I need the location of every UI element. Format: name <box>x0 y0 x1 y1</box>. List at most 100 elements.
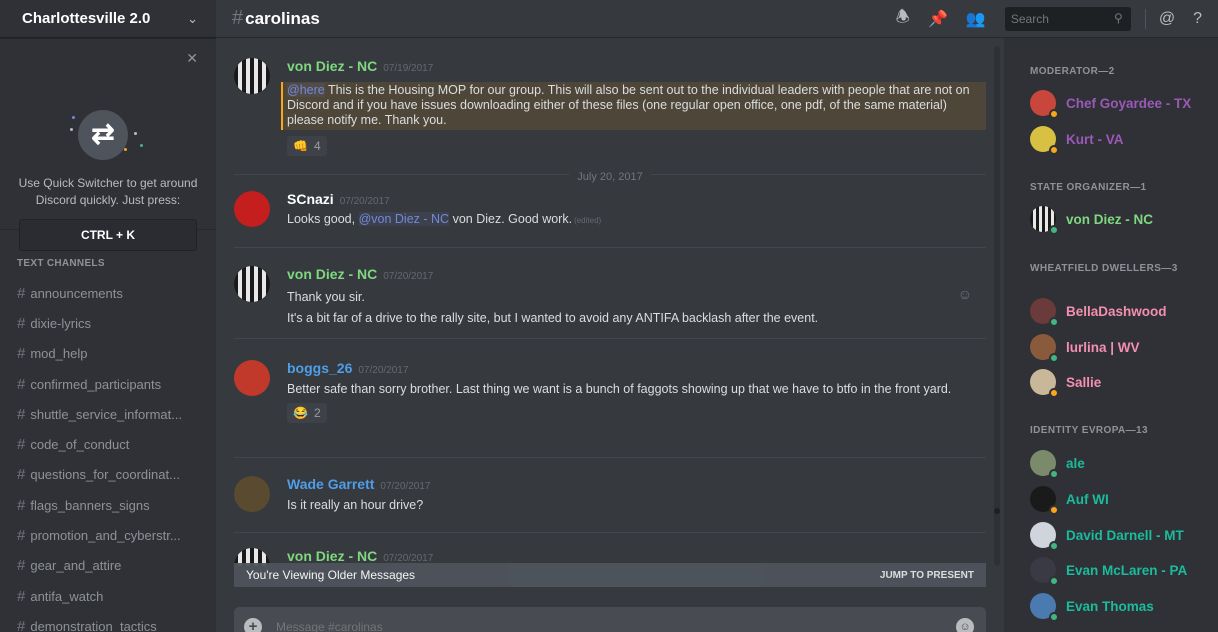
older-messages-bar[interactable]: You're Viewing Older Messages JUMP TO PR… <box>234 563 986 587</box>
member-list: MODERATOR—2 Chef Goyardee - TX Kurt - VA… <box>1004 38 1218 632</box>
message-input[interactable] <box>276 618 956 632</box>
avatar[interactable] <box>234 58 270 94</box>
member-item[interactable]: BellaDashwood <box>1030 296 1167 327</box>
pin-icon[interactable]: 📌 <box>928 9 948 29</box>
channel-item[interactable]: # code_of_conduct <box>0 429 216 459</box>
search-input[interactable] <box>1004 7 1105 31</box>
channel-item[interactable]: # questions_for_coordinat... <box>0 460 216 490</box>
message-text: Better safe than sorry brother. Last thi… <box>287 382 952 396</box>
username[interactable]: SCnazi <box>287 191 334 207</box>
bell-icon[interactable]: 🕭 <box>896 6 910 33</box>
toolbar-divider <box>1144 9 1146 29</box>
member-name: lurlina | WV <box>1066 339 1140 355</box>
reaction[interactable]: 👊 4 <box>287 136 327 156</box>
username[interactable]: von Diez - NC <box>287 548 377 564</box>
avatar[interactable] <box>234 360 270 396</box>
emoji-picker-icon[interactable]: ☺ <box>956 618 974 632</box>
channel-item[interactable]: # dixie-lyrics <box>0 308 216 338</box>
hash-icon: # <box>17 314 26 332</box>
status-indicator <box>1049 612 1059 622</box>
channel-item[interactable]: # shuttle_service_informat... <box>0 399 216 429</box>
help-icon[interactable]: ? <box>1193 10 1202 28</box>
member-name: von Diez - NC <box>1066 211 1154 227</box>
username[interactable]: Wade Garrett <box>287 476 374 492</box>
hash-icon: # <box>17 345 26 363</box>
member-item[interactable]: Chef Goyardee - TX <box>1030 88 1191 119</box>
avatar[interactable] <box>234 476 270 512</box>
member-name: BellaDashwood <box>1066 303 1167 319</box>
member-name: Auf WI <box>1066 491 1109 507</box>
chevron-down-icon[interactable]: ⌄ <box>187 11 198 27</box>
mentions-icon[interactable]: @ <box>1159 10 1175 28</box>
channel-item[interactable]: # flags_banners_signs <box>0 490 216 520</box>
scrollbar-track[interactable] <box>994 46 1000 566</box>
upload-plus-icon[interactable]: + <box>244 618 262 632</box>
older-messages-text: You're Viewing Older Messages <box>246 568 416 582</box>
search-box[interactable]: ⚲ <box>1004 7 1131 31</box>
message-composer: + ☺ <box>234 607 986 632</box>
here-mention[interactable]: @here <box>287 83 325 97</box>
username[interactable]: von Diez - NC <box>287 266 377 282</box>
scrollbar-thumb[interactable] <box>994 508 1000 514</box>
status-indicator <box>1049 145 1059 155</box>
member-item[interactable]: Evan McLaren - PA <box>1030 555 1187 586</box>
message-text: Is it really an hour drive? <box>287 498 424 512</box>
laughing-emoji-icon: 😂 <box>293 406 308 420</box>
member-item[interactable]: Evan Thomas <box>1030 591 1154 622</box>
timestamp: 07/20/2017 <box>383 271 434 282</box>
channel-item[interactable]: # demonstration_tactics <box>0 611 216 632</box>
channel-sidebar: Charlottesville 2.0 ⌄ ✕ ⇄ Use Quick Swit… <box>0 0 216 632</box>
close-icon[interactable]: ✕ <box>186 50 198 67</box>
member-item[interactable]: von Diez - NC <box>1030 204 1154 235</box>
hash-icon: # <box>17 496 26 514</box>
timestamp: 07/20/2017 <box>339 196 390 207</box>
member-name: ale <box>1066 455 1085 471</box>
member-name: Kurt - VA <box>1066 131 1124 147</box>
status-indicator <box>1049 505 1059 515</box>
channel-item[interactable]: # announcements <box>0 278 216 308</box>
quick-switcher-panel: ✕ ⇄ Use Quick Switcher to get around Dis… <box>0 38 216 251</box>
member-category: IDENTITY EVROPA—13 <box>1030 425 1148 436</box>
add-reaction-icon[interactable]: ☺ <box>958 286 972 302</box>
member-item[interactable]: David Darnell - MT <box>1030 520 1184 551</box>
guild-name: Charlottesville 2.0 <box>22 10 151 27</box>
avatar[interactable] <box>234 191 270 227</box>
switch-arrows-icon: ⇄ <box>78 110 128 160</box>
hash-icon: # <box>232 7 244 29</box>
user-mention[interactable]: @von Diez - NC <box>358 212 450 226</box>
channel-item[interactable]: # mod_help <box>0 339 216 369</box>
channel-item[interactable]: # promotion_and_cyberstr... <box>0 520 216 550</box>
quick-switcher-text: Use Quick Switcher to get around Discord… <box>18 176 198 207</box>
member-item[interactable]: ale <box>1030 448 1085 479</box>
avatar <box>1030 486 1059 515</box>
channel-item[interactable]: # antifa_watch <box>0 581 216 611</box>
member-item[interactable]: Kurt - VA <box>1030 124 1124 155</box>
username[interactable]: von Diez - NC <box>287 58 377 74</box>
member-category: MODERATOR—2 <box>1030 66 1115 77</box>
timestamp: 07/19/2017 <box>383 63 434 74</box>
search-icon[interactable]: ⚲ <box>1114 11 1123 25</box>
avatar[interactable] <box>234 266 270 302</box>
members-icon[interactable]: 👥 <box>966 9 986 29</box>
channel-category[interactable]: TEXT CHANNELS <box>0 258 216 269</box>
avatar <box>1030 593 1059 622</box>
member-name: Sallie <box>1066 374 1102 390</box>
avatar <box>1030 557 1059 586</box>
message-divider <box>234 457 986 458</box>
hash-icon: # <box>17 405 26 423</box>
jump-to-present-button[interactable]: JUMP TO PRESENT <box>880 570 974 581</box>
status-indicator <box>1049 109 1059 119</box>
username[interactable]: boggs_26 <box>287 360 352 376</box>
hash-icon: # <box>17 284 26 302</box>
timestamp: 07/20/2017 <box>358 365 409 376</box>
member-item[interactable]: lurlina | WV <box>1030 332 1140 363</box>
channel-title: # carolinas <box>232 7 320 29</box>
member-name: Evan Thomas <box>1066 598 1154 614</box>
member-item[interactable]: Auf WI <box>1030 484 1109 515</box>
reaction[interactable]: 😂 2 <box>287 403 327 423</box>
channel-item[interactable]: # confirmed_participants <box>0 369 216 399</box>
guild-header[interactable]: Charlottesville 2.0 ⌄ <box>0 0 216 38</box>
member-name: David Darnell - MT <box>1066 527 1184 543</box>
member-item[interactable]: Sallie <box>1030 367 1102 398</box>
channel-item[interactable]: # gear_and_attire <box>0 551 216 581</box>
